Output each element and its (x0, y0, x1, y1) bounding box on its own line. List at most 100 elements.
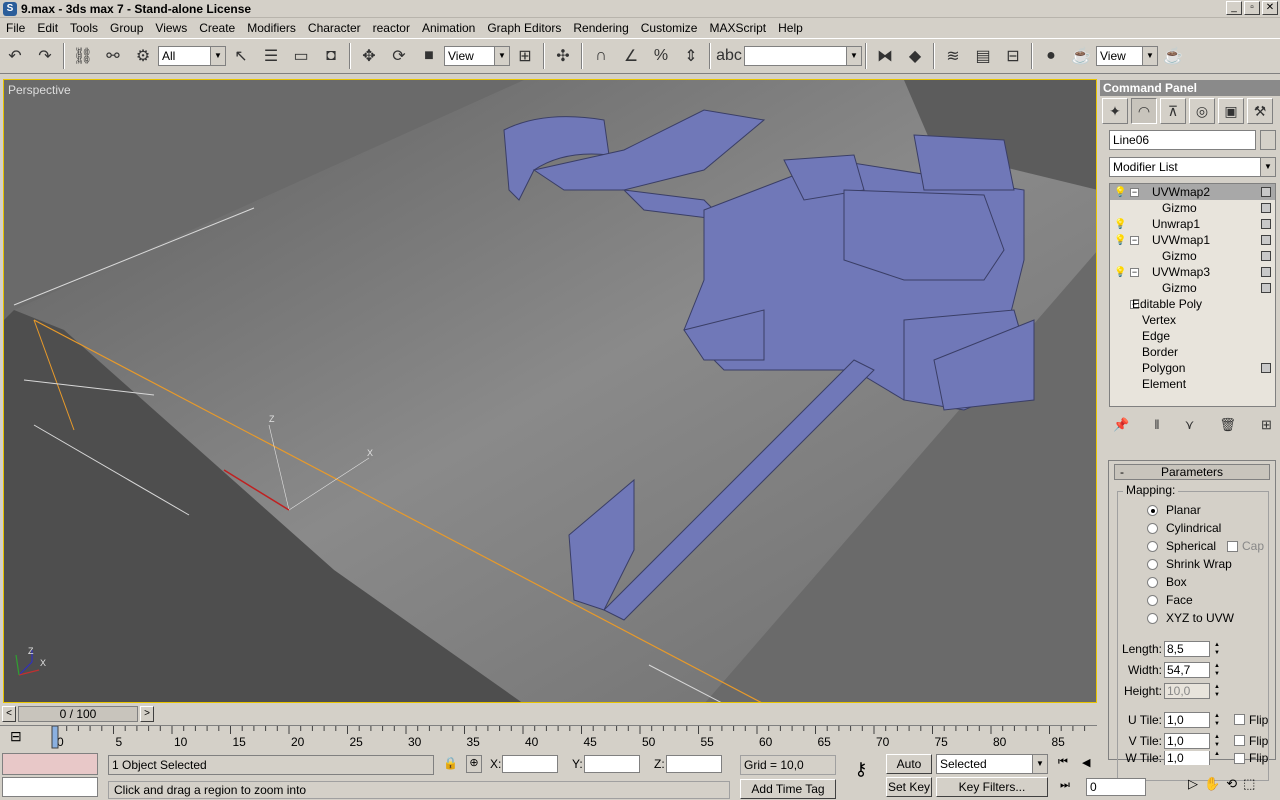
menu-character[interactable]: Character (302, 21, 367, 35)
next-frame-arrow-icon[interactable]: > (140, 706, 154, 722)
menu-views[interactable]: Views (149, 21, 193, 35)
maximize-button[interactable]: ▫ (1244, 1, 1260, 15)
select-object-icon[interactable]: ↖ (228, 43, 254, 69)
mini-curve-editor-icon[interactable]: ⊟ (10, 728, 22, 745)
pan-hand-icon[interactable]: ✋ (1204, 776, 1220, 792)
track-bar[interactable]: ⊟ 0 5 10 15 20 25 30 35 40 45 50 55 60 65 70 75 80 85 (0, 725, 1097, 751)
make-unique-icon[interactable]: ⋎ (1185, 417, 1195, 437)
radio-dot[interactable] (1147, 576, 1158, 588)
mapping-radio[interactable]: Shrink Wrap (1147, 555, 1277, 573)
mapping-radio[interactable]: Cylindrical (1147, 519, 1277, 537)
width-spinner[interactable]: Width: 54,7 ▲ ▼ (1109, 659, 1277, 680)
display-tab-icon[interactable]: ▣ (1218, 98, 1244, 124)
hierarchy-tab-icon[interactable]: ⊼ (1160, 98, 1186, 124)
parameters-rollout-header[interactable]: - Parameters (1114, 464, 1270, 480)
render-view-dropdown[interactable]: View ▼ (1096, 46, 1158, 66)
reference-coordinate-dropdown[interactable]: View ▼ (444, 46, 510, 66)
modifier-toggle-icon[interactable] (1261, 187, 1271, 197)
light-bulb-icon[interactable]: 💡 (1114, 235, 1126, 246)
w-flip-checkbox[interactable] (1234, 752, 1245, 764)
spinner-snap-icon[interactable]: ⇕ (678, 43, 704, 69)
pivot-center-icon[interactable]: ⊞ (512, 43, 538, 69)
mirror-icon[interactable]: ⧓ (872, 43, 898, 69)
menu-create[interactable]: Create (193, 21, 241, 35)
go-to-start-icon[interactable]: ⏮ (1058, 756, 1068, 769)
menu-edit[interactable]: Edit (31, 21, 64, 35)
undo-icon[interactable]: ↶ (2, 43, 28, 69)
rectangular-selection-icon[interactable]: ▭ (288, 43, 314, 69)
modifier-toggle-icon[interactable] (1261, 267, 1271, 277)
selection-filter-dropdown[interactable]: All ▼ (158, 46, 226, 66)
stack-item[interactable]: 💡 − UVWmap3 (1110, 264, 1275, 280)
schematic-view-icon[interactable]: ⊟ (1000, 43, 1026, 69)
stack-item[interactable]: Polygon (1110, 360, 1275, 376)
maxscript-listener-mini[interactable] (2, 753, 98, 775)
menu-modifiers[interactable]: Modifiers (241, 21, 302, 35)
pin-stack-icon[interactable]: 📌 (1113, 417, 1129, 437)
select-by-name-icon[interactable]: ☰ (258, 43, 284, 69)
go-to-end-icon[interactable]: ⏭ (1060, 779, 1070, 792)
stack-item[interactable]: − Editable Poly (1110, 296, 1275, 312)
minimize-button[interactable]: _ (1226, 1, 1242, 15)
modifier-toggle-icon[interactable] (1261, 219, 1271, 229)
v-flip-checkbox[interactable] (1234, 735, 1245, 746)
modify-tab-icon[interactable]: ◠ (1131, 98, 1157, 124)
manipulate-icon[interactable]: ✣ (550, 43, 576, 69)
stack-item[interactable]: Edge (1110, 328, 1275, 344)
menu-tools[interactable]: Tools (64, 21, 104, 35)
material-editor-icon[interactable]: ● (1038, 43, 1064, 69)
stack-item[interactable]: Border (1110, 344, 1275, 360)
modifier-toggle-icon[interactable] (1261, 251, 1271, 261)
collapse-toggle-icon[interactable]: − (1130, 235, 1139, 245)
edit-named-selections-icon[interactable]: abc (716, 43, 742, 69)
key-filters-button[interactable]: Key Filters... (936, 777, 1048, 797)
object-color-swatch[interactable] (1260, 130, 1276, 150)
modifier-stack[interactable]: 💡 − UVWmap2 Gizmo 💡 Unwrap1 💡 − UVWmap1 Gizmo 💡 − UV… (1109, 183, 1276, 407)
modifier-toggle-icon[interactable] (1261, 363, 1271, 373)
light-bulb-icon[interactable]: 💡 (1114, 267, 1126, 278)
absolute-mode-icon[interactable]: ⊕ (466, 755, 482, 773)
modifier-toggle-icon[interactable] (1261, 283, 1271, 293)
menu-maxscript[interactable]: MAXScript (703, 21, 772, 35)
radio-dot[interactable] (1147, 594, 1158, 606)
radio-dot[interactable] (1147, 540, 1158, 552)
mapping-radio[interactable]: Face (1147, 591, 1277, 609)
length-spinner[interactable]: Length: 8,5 ▲ ▼ (1109, 638, 1277, 659)
menu-rendering[interactable]: Rendering (567, 21, 634, 35)
mapping-radio[interactable]: Box (1147, 573, 1277, 591)
stack-item[interactable]: Gizmo (1110, 200, 1275, 216)
modifier-list-dropdown[interactable]: Modifier List ▼ (1109, 157, 1276, 177)
play-icon[interactable]: ▷ (1188, 776, 1198, 792)
render-scene-icon[interactable]: ☕ (1068, 43, 1094, 69)
object-name-field[interactable]: Line06 (1109, 130, 1256, 150)
remove-modifier-icon[interactable]: 🗑 (1219, 417, 1236, 437)
key-mode-dropdown[interactable]: Selected ▼ (936, 754, 1048, 774)
light-bulb-icon[interactable]: 💡 (1114, 187, 1126, 198)
layer-manager-icon[interactable]: ≋ (940, 43, 966, 69)
menu-customize[interactable]: Customize (635, 21, 704, 35)
menu-file[interactable]: File (0, 21, 31, 35)
perspective-viewport[interactable]: Z X X Z Perspective (3, 79, 1097, 703)
unlink-icon[interactable]: ⚯ (100, 43, 126, 69)
lock-selection-icon[interactable]: 🔒 (443, 756, 458, 770)
add-time-tag-button[interactable]: Add Time Tag (740, 779, 836, 799)
v-tile-spinner[interactable]: V Tile: 1,0 ▲ ▼ Flip (1109, 730, 1277, 751)
mapping-radio[interactable]: Planar (1147, 501, 1277, 519)
align-icon[interactable]: ◆ (902, 43, 928, 69)
utilities-tab-icon[interactable]: ⚒ (1247, 98, 1273, 124)
bind-space-warp-icon[interactable]: ⚙ (130, 43, 156, 69)
previous-frame-icon[interactable]: ◀ (1082, 756, 1090, 769)
cap-checkbox[interactable]: Cap (1227, 539, 1264, 553)
menu-group[interactable]: Group (104, 21, 149, 35)
maxscript-input[interactable] (2, 777, 98, 797)
maximize-viewport-icon[interactable]: ⬚ (1243, 776, 1255, 792)
previous-frame-arrow-icon[interactable]: < (2, 706, 16, 722)
move-icon[interactable]: ✥ (356, 43, 382, 69)
create-tab-icon[interactable]: ✦ (1102, 98, 1128, 124)
close-button[interactable]: ✕ (1262, 1, 1278, 15)
u-tile-spinner[interactable]: U Tile: 1,0 ▲ ▼ Flip (1109, 709, 1277, 730)
stack-item[interactable]: Gizmo (1110, 248, 1275, 264)
radio-dot[interactable] (1147, 612, 1158, 624)
named-selection-dropdown[interactable]: ▼ (744, 46, 862, 66)
auto-key-button[interactable]: Auto Key (886, 754, 932, 789)
